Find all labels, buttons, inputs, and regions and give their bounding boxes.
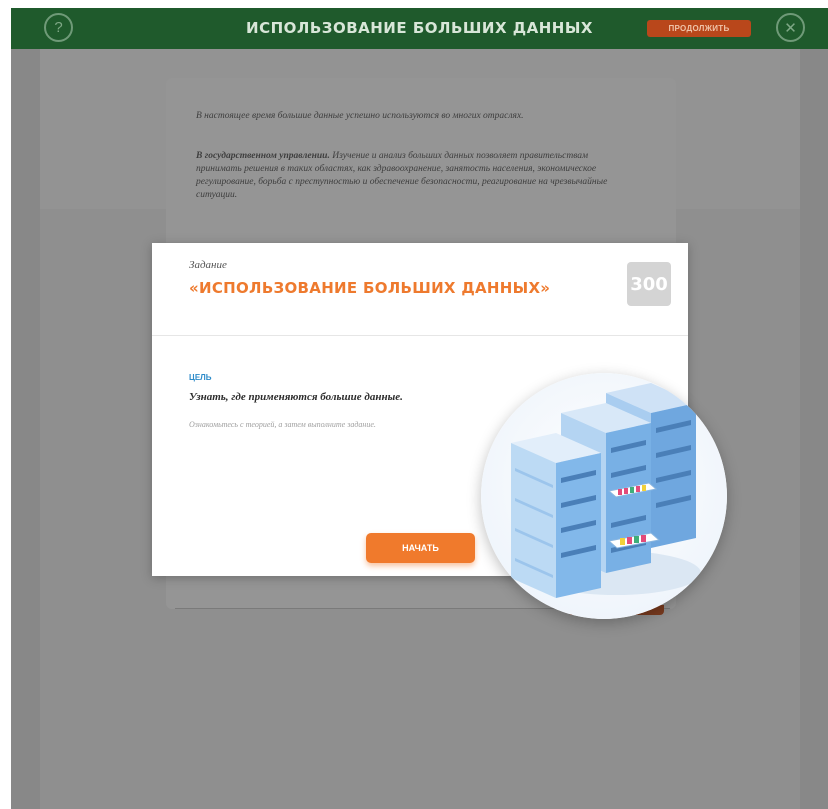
article-paragraph-1: В настоящее время большие данные успешно… — [196, 111, 524, 121]
article-paragraph-2: В государственном управлении. Изучение и… — [196, 150, 636, 202]
top-bar: ? ИСПОЛЬЗОВАНИЕ БОЛЬШИХ ДАННЫХ ПРОДОЛЖИТ… — [11, 8, 828, 49]
modal-divider — [152, 335, 688, 336]
server-rack-icon — [481, 373, 727, 619]
score-badge: 300 — [627, 262, 671, 306]
start-button[interactable]: НАЧАТЬ — [366, 533, 475, 563]
modal-header: Задание «ИСПОЛЬЗОВАНИЕ БОЛЬШИХ ДАННЫХ» 3… — [152, 243, 688, 335]
article-paragraph-2-heading: В государственном управлении. — [196, 151, 330, 161]
task-title: «ИСПОЛЬЗОВАНИЕ БОЛЬШИХ ДАННЫХ» — [189, 279, 551, 297]
right-margin — [800, 49, 828, 809]
goal-text: Узнать, где применяются большие данные. — [189, 391, 403, 403]
close-icon[interactable]: ✕ — [776, 13, 805, 42]
left-margin — [11, 49, 40, 809]
hint-text: Ознакомьтесь с теорией, а затем выполнит… — [189, 420, 376, 429]
task-label: Задание — [189, 259, 227, 271]
goal-label: ЦЕЛЬ — [189, 373, 212, 382]
continue-button[interactable]: ПРОДОЛЖИТЬ — [647, 20, 751, 37]
